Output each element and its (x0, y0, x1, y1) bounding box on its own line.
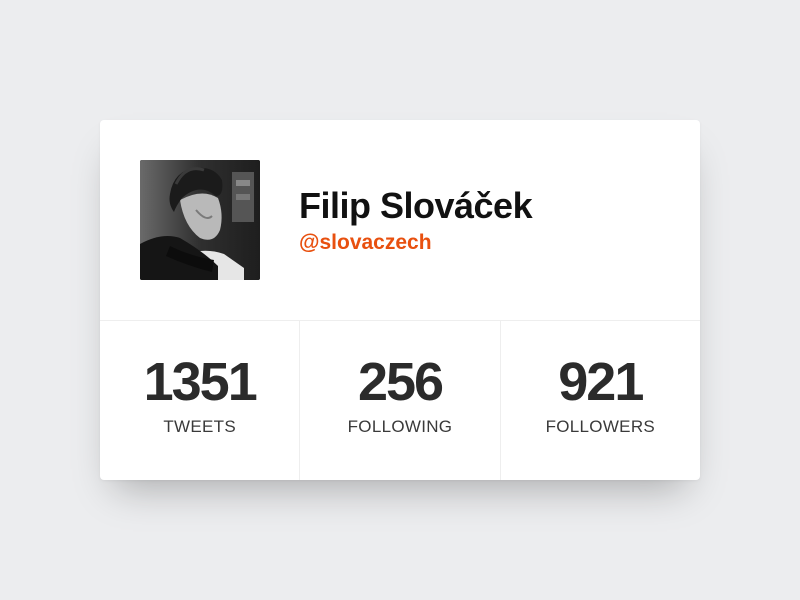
stat-tweets[interactable]: 1351 TWEETS (100, 321, 299, 480)
profile-header: Filip Slováček @slovaczech (100, 120, 700, 320)
stat-followers-label: FOLLOWERS (545, 417, 656, 436)
stat-tweets-value: 1351 (143, 352, 258, 412)
stat-following[interactable]: 256 FOLLOWING (299, 321, 499, 480)
stats-row: 1351 TWEETS 256 FOLLOWING 921 FOLLOWERS (100, 321, 700, 480)
stat-followers[interactable]: 921 FOLLOWERS (499, 321, 700, 480)
stat-followers-value: 921 (558, 352, 644, 412)
profile-name: Filip Slováček (299, 185, 533, 226)
stat-following-label: FOLLOWING (347, 417, 453, 436)
avatar[interactable] (140, 160, 260, 280)
profile-card: Filip Slováček @slovaczech 1351 TWEETS 2… (100, 120, 700, 480)
stat-tweets-label: TWEETS (163, 417, 236, 436)
stat-following-value: 256 (357, 352, 444, 412)
profile-photo-icon (140, 160, 260, 280)
profile-handle-link[interactable]: @slovaczech (299, 231, 432, 255)
